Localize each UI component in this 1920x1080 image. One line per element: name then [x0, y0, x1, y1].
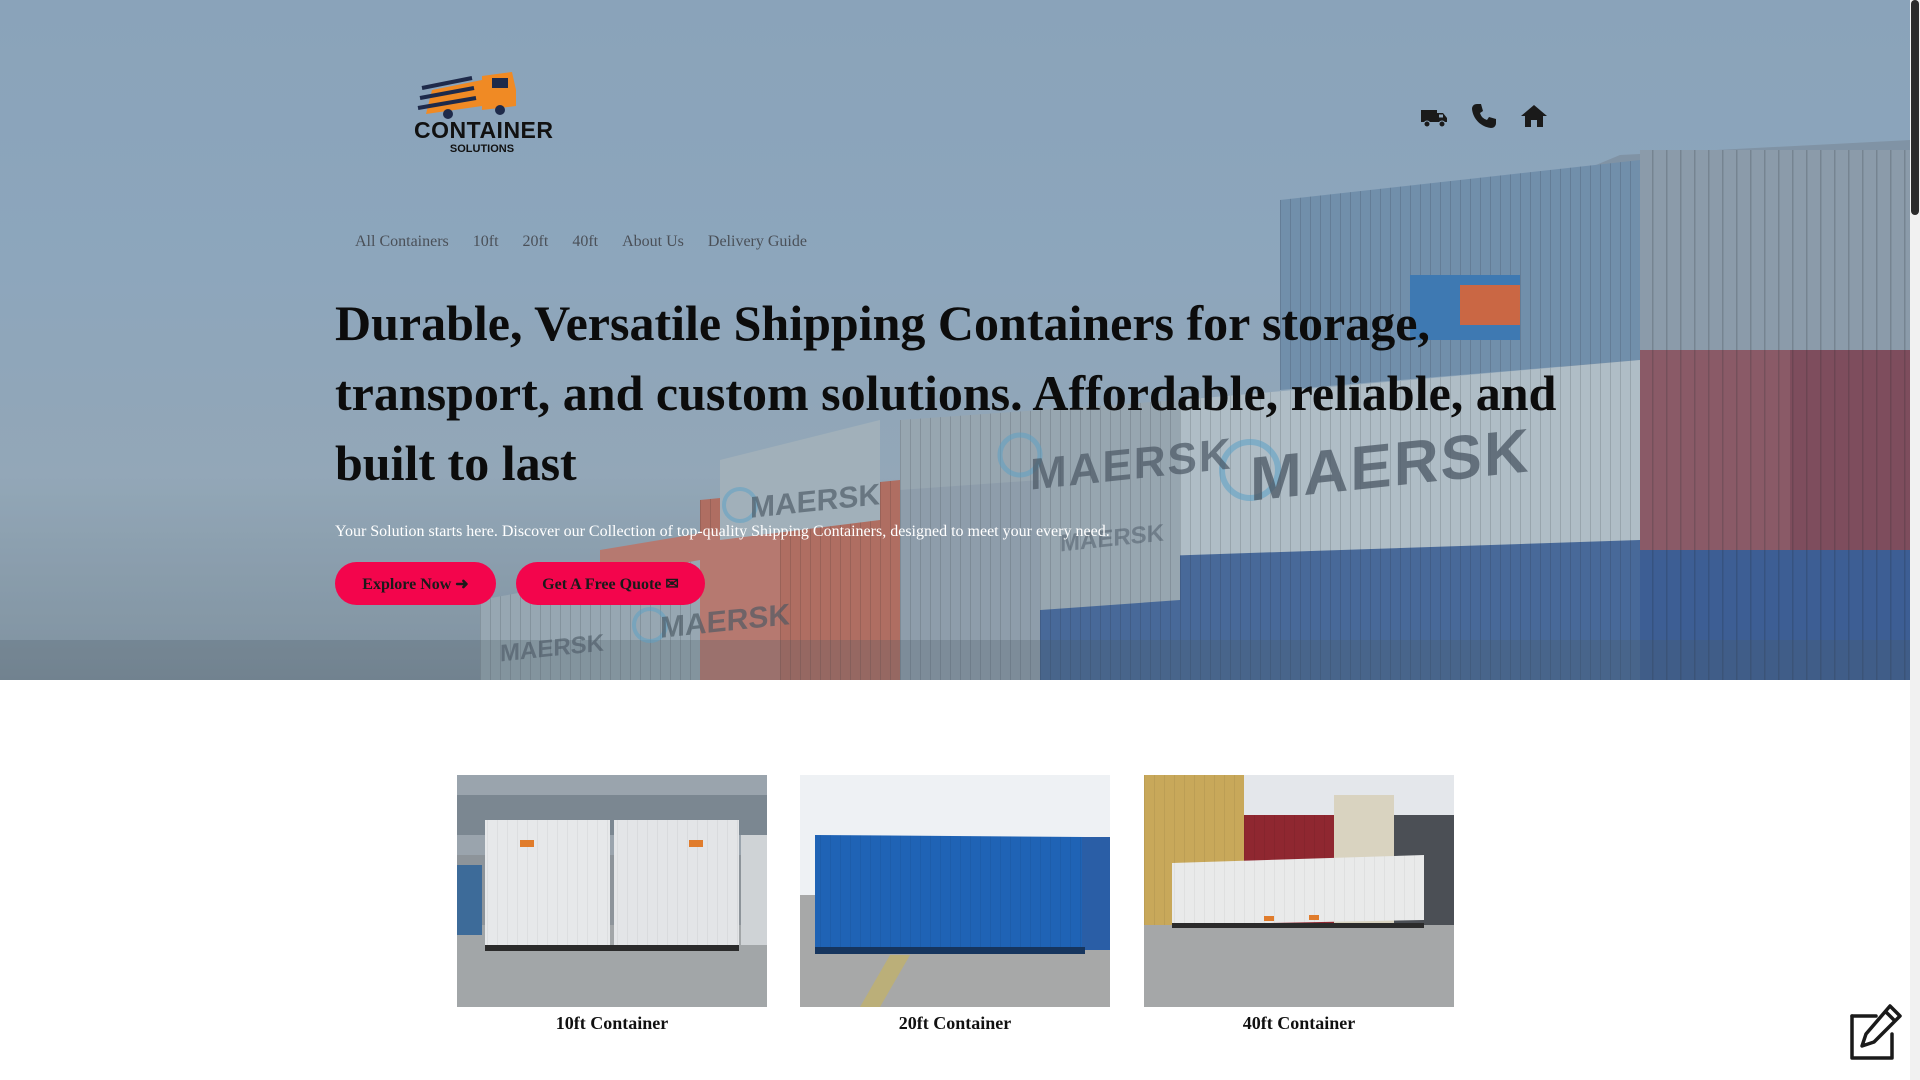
product-title-20ft[interactable]: 20ft Container	[800, 1013, 1110, 1034]
main-nav: All Containers 10ft 20ft 40ft About Us D…	[355, 233, 807, 251]
product-card-10ft[interactable]: 10ft Container	[457, 775, 767, 1034]
container-20ft-image[interactable]	[800, 775, 1110, 1007]
nav-item-20ft[interactable]: 20ft	[523, 233, 549, 251]
product-card-40ft[interactable]: 40ft Container	[1144, 775, 1454, 1034]
container-10ft-image[interactable]	[457, 775, 767, 1007]
product-card-20ft[interactable]: 20ft Container	[800, 775, 1110, 1034]
logo-subtitle: SOLUTIONS	[449, 143, 515, 155]
product-title-40ft[interactable]: 40ft Container	[1144, 1013, 1454, 1034]
brand-logo[interactable]: CONTAINER SOLUTIONS	[412, 62, 554, 162]
get-free-quote-button[interactable]: Get A Free Quote ✉	[516, 562, 705, 605]
phone-icon[interactable]	[1470, 102, 1498, 130]
logo-wordmark: CONTAINER	[414, 117, 554, 143]
nav-item-all-containers[interactable]: All Containers	[355, 233, 449, 251]
hero-subline: Your Solution starts here. Discover our …	[335, 523, 1110, 540]
container-40ft-image[interactable]	[1144, 775, 1454, 1007]
hero-section: MAERSK MAERSK MAERSK MAERSK MAERSK MAERS…	[0, 0, 1910, 680]
page: MAERSK MAERSK MAERSK MAERSK MAERSK MAERS…	[0, 0, 1920, 1080]
truck-icon[interactable]	[1420, 102, 1448, 130]
home-icon[interactable]	[1520, 102, 1548, 130]
header-icon-group	[1420, 102, 1548, 130]
nav-item-delivery-guide[interactable]: Delivery Guide	[708, 233, 807, 251]
nav-item-40ft[interactable]: 40ft	[572, 233, 598, 251]
nav-item-10ft[interactable]: 10ft	[473, 233, 499, 251]
hero-headline: Durable, Versatile Shipping Containers f…	[335, 295, 1557, 491]
page-scrollbar[interactable]	[1910, 0, 1920, 1080]
edit-icon[interactable]	[1846, 1002, 1904, 1062]
explore-now-button[interactable]: Explore Now ➜	[335, 562, 496, 605]
nav-item-about-us[interactable]: About Us	[622, 233, 684, 251]
product-title-10ft[interactable]: 10ft Container	[457, 1013, 767, 1034]
scrollbar-thumb[interactable]	[1911, 0, 1919, 215]
